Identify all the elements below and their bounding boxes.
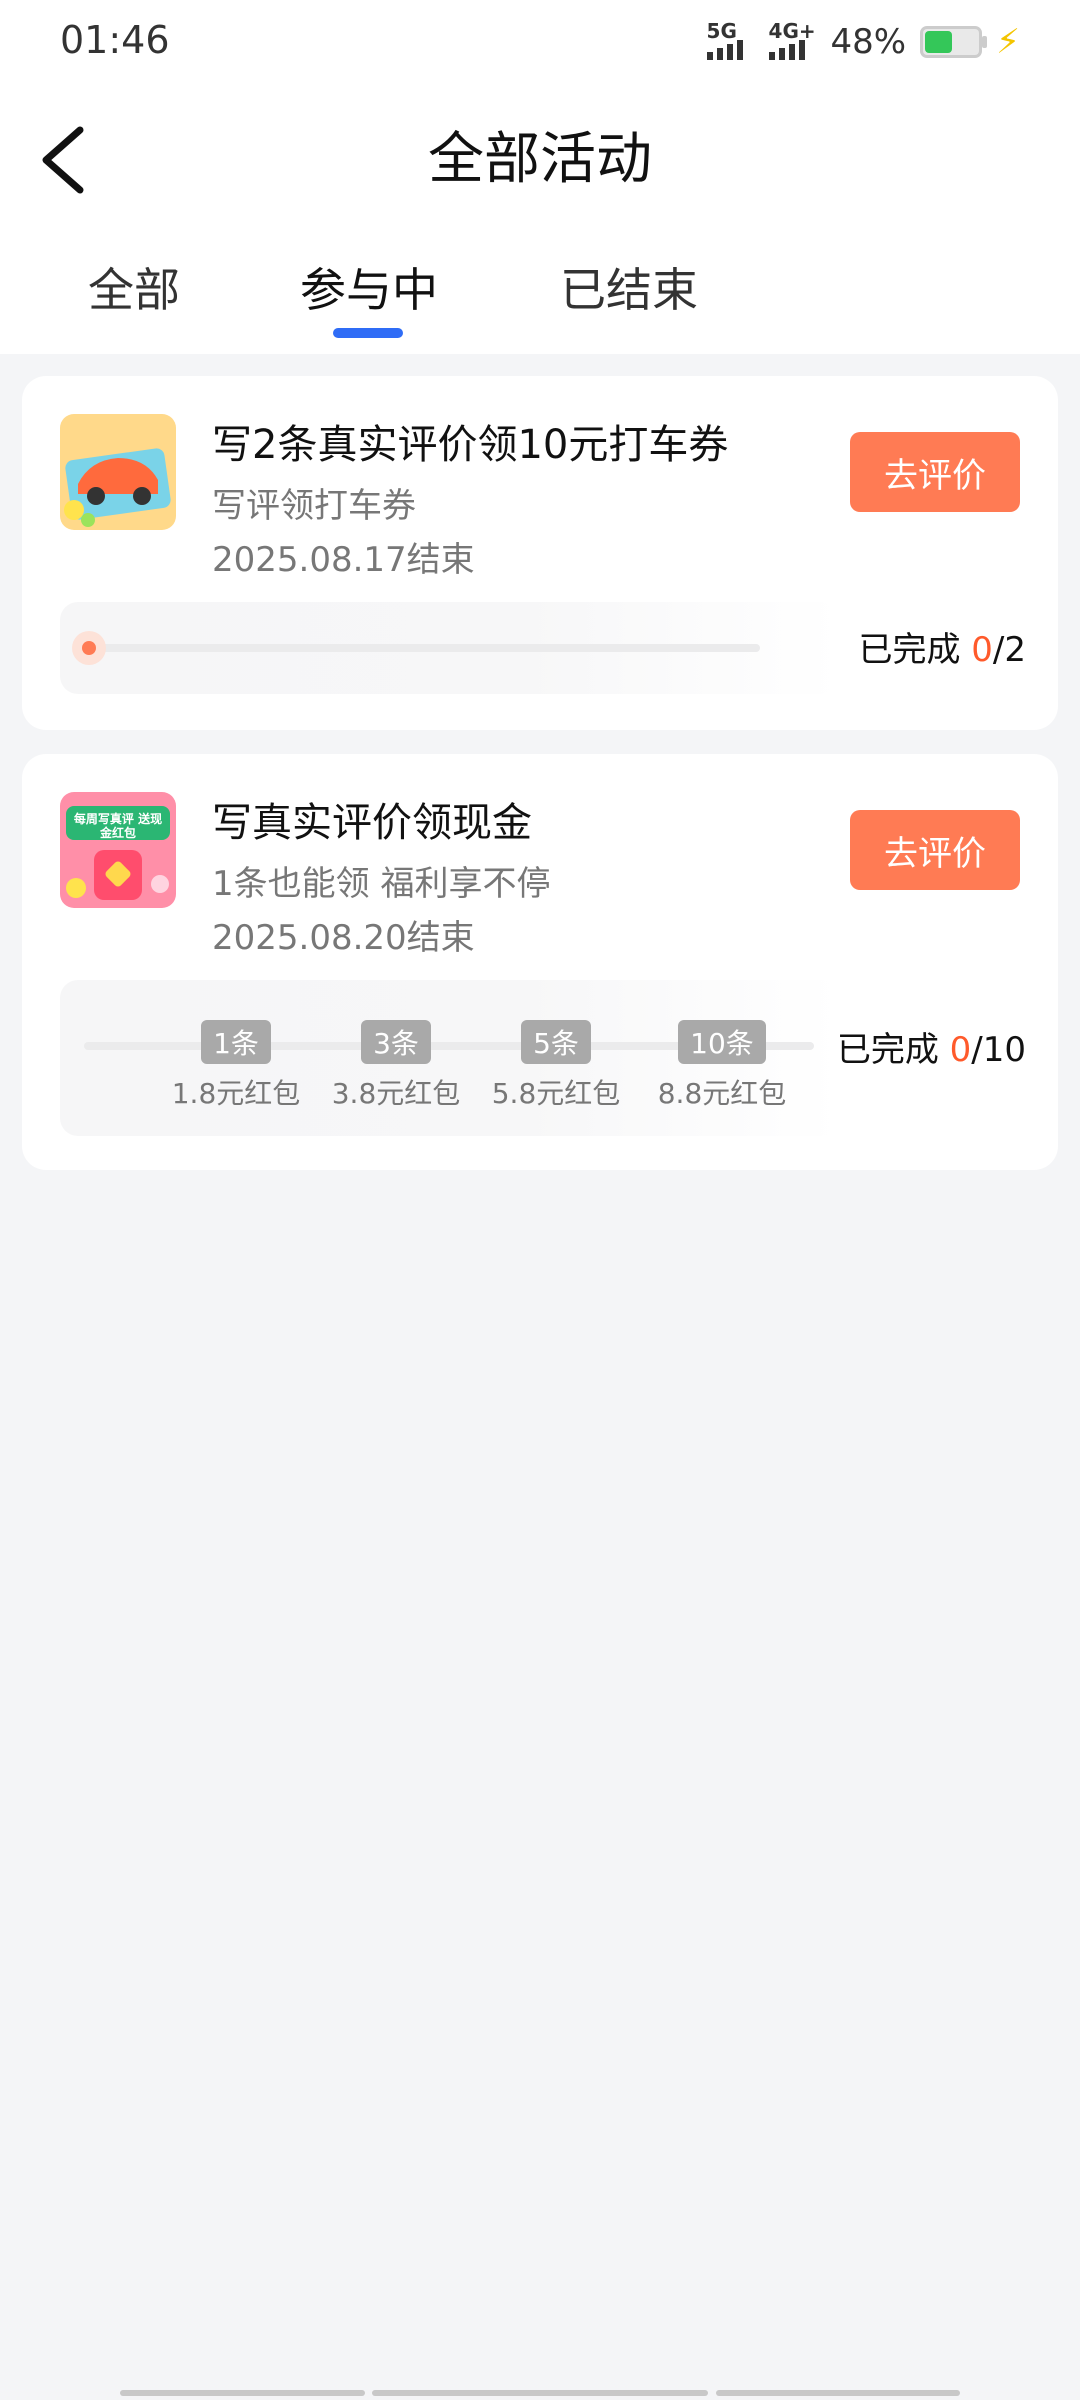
card-subtitle: 1条也能领 福利享不停: [212, 864, 551, 904]
tab-bar: 全部 参与中 已结束: [0, 254, 1080, 354]
progress-track: [80, 644, 760, 652]
battery-icon: [920, 26, 988, 58]
milestone-reward: 3.8元红包: [331, 1077, 461, 1110]
milestone-1: 1条 1.8元红包: [146, 1020, 326, 1112]
completion-total: /2: [992, 630, 1026, 670]
cash-reward-thumbnail: 每周写真评 送现金红包: [60, 792, 176, 908]
card-end-date: 2025.08.20结束: [212, 918, 475, 958]
milestone-count: 1条: [201, 1020, 271, 1064]
status-time: 01:46: [60, 18, 170, 62]
activity-card: 每周写真评 送现金红包 写真实评价领现金 1条也能领 福利享不停 2025.08…: [22, 754, 1058, 1170]
milestone-reward: 8.8元红包: [657, 1077, 787, 1110]
card-subtitle: 写评领打车券: [212, 486, 416, 526]
completion-status: 已完成 0/2: [858, 622, 1026, 671]
progress-indicator: [72, 631, 106, 665]
signal-4g-icon: 4G+: [768, 21, 817, 62]
status-icons: 5G 4G+ 48% ⚡: [706, 18, 1020, 66]
milestone-3: 3条 3.8元红包: [306, 1020, 486, 1112]
completion-current: 0: [971, 630, 993, 670]
completion-total: /10: [971, 1030, 1026, 1070]
progress-area: [60, 602, 840, 694]
gesture-bar-segment: [120, 2390, 365, 2396]
page-header: 全部活动 全部 参与中 已结束: [0, 84, 1080, 354]
card-title: 写2条真实评价领10元打车券: [212, 422, 729, 468]
card-end-date: 2025.08.17结束: [212, 540, 475, 580]
milestone-count: 3条: [361, 1020, 431, 1064]
completion-label: 已完成: [858, 630, 961, 670]
completion-current: 0: [949, 1030, 972, 1070]
page-title: 全部活动: [428, 127, 652, 192]
card-title: 写真实评价领现金: [212, 800, 532, 846]
milestone-count: 10条: [678, 1020, 766, 1064]
review-button[interactable]: 去评价: [850, 432, 1020, 512]
gesture-bar-segment: [372, 2390, 708, 2396]
review-button[interactable]: 去评价: [850, 810, 1020, 890]
taxi-coupon-thumbnail: [60, 414, 176, 530]
milestone-progress-area: 1条 1.8元红包 3条 3.8元红包 5条 5.8元红包 10条 8.8元红包: [60, 980, 840, 1136]
signal-5g-icon: 5G: [706, 21, 755, 62]
activity-card: 写2条真实评价领10元打车券 写评领打车券 2025.08.17结束 去评价 已…: [22, 376, 1058, 730]
gesture-bar-segment: [716, 2390, 960, 2396]
milestone-reward: 5.8元红包: [491, 1077, 621, 1110]
completion-status: 已完成 0/10: [837, 1022, 1026, 1071]
tab-ended[interactable]: 已结束: [560, 254, 698, 320]
milestone-5: 5条 5.8元红包: [466, 1020, 646, 1112]
thumbnail-text: 每周写真评 送现金红包: [73, 812, 163, 840]
tab-all[interactable]: 全部: [88, 254, 180, 320]
tab-indicator: [333, 328, 403, 338]
charging-icon: ⚡: [996, 22, 1020, 62]
battery-percent: 48%: [830, 22, 907, 62]
milestone-reward: 1.8元红包: [171, 1077, 301, 1110]
milestone-10: 10条 8.8元红包: [632, 1020, 812, 1112]
tab-participating[interactable]: 参与中: [300, 254, 438, 320]
completion-label: 已完成: [836, 1030, 939, 1070]
milestone-count: 5条: [521, 1020, 591, 1064]
status-bar: 01:46 5G 4G+ 48% ⚡: [0, 0, 1080, 84]
